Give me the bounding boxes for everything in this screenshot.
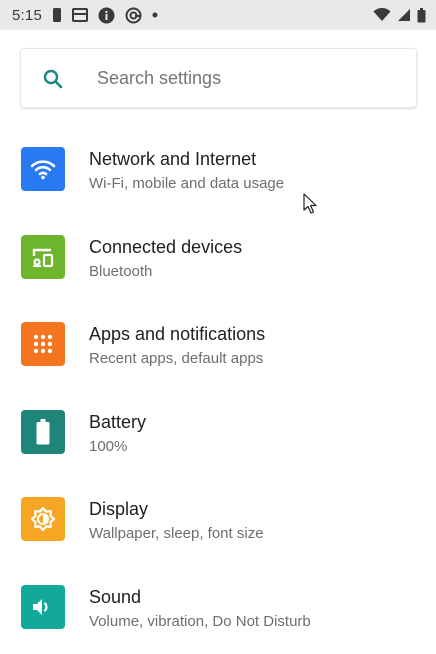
item-summary: 100%	[89, 437, 128, 455]
battery-icon	[417, 7, 426, 23]
settings-item-apps[interactable]: Apps and notifications Recent apps, defa…	[0, 303, 436, 391]
sim-card-icon	[72, 8, 88, 22]
settings-list: Network and Internet Wi‑Fi, mobile and d…	[0, 128, 436, 654]
item-title: Sound	[89, 586, 142, 607]
item-title: Apps and notifications	[89, 324, 266, 345]
volume-icon	[21, 584, 65, 629]
phone-icon	[52, 7, 62, 23]
item-title: Display	[89, 499, 149, 520]
settings-item-battery[interactable]: Battery 100%	[0, 391, 436, 479]
devices-icon	[21, 234, 65, 279]
search-input[interactable]: Search settings	[97, 68, 221, 89]
info-icon	[98, 7, 115, 24]
dot-icon	[152, 12, 158, 18]
item-title: Connected devices	[89, 236, 243, 257]
item-summary: Recent apps, default apps	[89, 350, 264, 368]
search-bar[interactable]: Search settings	[20, 48, 417, 108]
battery-icon	[21, 409, 65, 454]
settings-item-network[interactable]: Network and Internet Wi‑Fi, mobile and d…	[0, 128, 436, 216]
status-right	[373, 7, 426, 23]
apps-grid-icon	[21, 322, 65, 367]
item-summary: Bluetooth	[89, 262, 153, 280]
wifi-icon	[373, 8, 391, 22]
item-title: Network and Internet	[89, 149, 257, 169]
item-summary: Volume, vibration, Do Not Disturb	[89, 612, 311, 630]
vpn-icon	[125, 7, 142, 24]
settings-item-display[interactable]: Display Wallpaper, sleep, font size	[0, 478, 436, 566]
status-left: 5:15	[12, 7, 158, 24]
settings-item-sound[interactable]: Sound Volume, vibration, Do Not Disturb	[0, 566, 436, 654]
settings-item-connected-devices[interactable]: Connected devices Bluetooth	[0, 216, 436, 304]
item-summary: Wi‑Fi, mobile and data usage	[89, 175, 285, 192]
signal-icon	[397, 8, 411, 22]
item-title: Battery	[89, 411, 147, 432]
wifi-icon	[21, 147, 65, 191]
mouse-cursor-icon	[303, 193, 317, 214]
item-summary: Wallpaper, sleep, font size	[89, 525, 264, 543]
search-icon	[41, 67, 65, 91]
brightness-icon	[21, 497, 65, 542]
status-time: 5:15	[12, 6, 42, 24]
status-bar: 5:15	[0, 0, 436, 30]
